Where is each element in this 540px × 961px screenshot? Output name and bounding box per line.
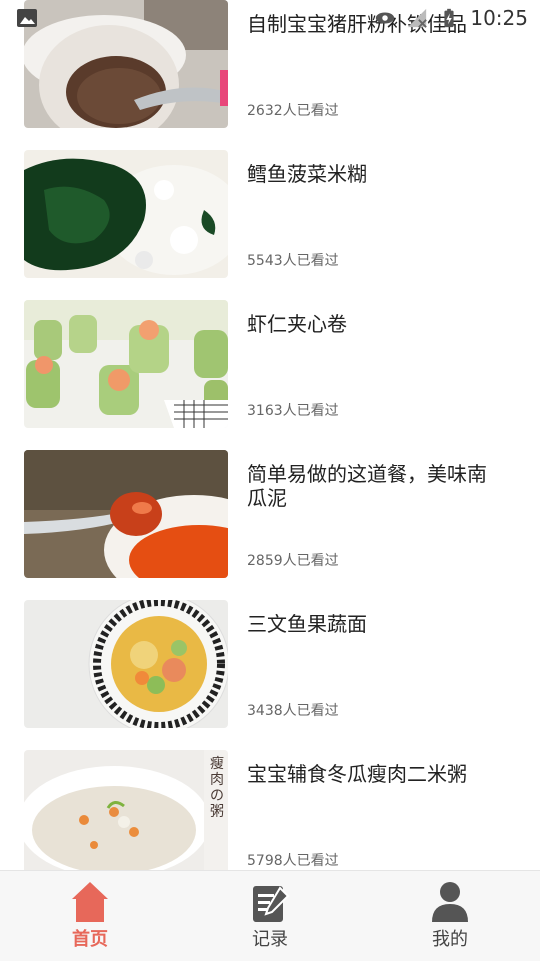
- recipe-title: 简单易做的这道餐，美味南瓜泥: [247, 462, 487, 510]
- home-icon: [70, 880, 110, 924]
- status-bar: 10:25: [0, 0, 540, 36]
- recipe-thumbnail[interactable]: [24, 600, 228, 728]
- bottom-tab-bar: 首页 记录 我的: [0, 870, 540, 961]
- recipe-thumbnail[interactable]: [24, 150, 228, 278]
- person-icon: [430, 880, 470, 924]
- view-count: 5543人已看过: [247, 253, 339, 269]
- recipe-thumbnail[interactable]: 瘦肉の粥: [24, 750, 228, 870]
- tab-home[interactable]: 首页: [0, 871, 180, 961]
- recipe-title: 三文鱼果蔬面: [247, 612, 367, 636]
- list-item[interactable]: 鳕鱼菠菜米糊 5543人已看过: [0, 150, 540, 300]
- recipe-title: 宝宝辅食冬瓜瘦肉二米粥: [247, 762, 467, 786]
- view-count: 3163人已看过: [247, 403, 339, 419]
- list-item[interactable]: 简单易做的这道餐，美味南瓜泥 2859人已看过: [0, 450, 540, 600]
- eye-off-icon: [374, 7, 396, 29]
- image-icon: [16, 8, 38, 28]
- note-edit-icon: [250, 880, 290, 924]
- view-count: 2859人已看过: [247, 553, 339, 569]
- list-item[interactable]: 三文鱼果蔬面 3438人已看过: [0, 600, 540, 750]
- tab-label: 首页: [72, 929, 108, 950]
- view-count: 5798人已看过: [247, 853, 339, 869]
- thumbnail-image-text: 瘦肉の粥: [210, 756, 224, 820]
- recipe-list[interactable]: 自制宝宝猪肝粉补铁佳品 2632人已看过 鳕鱼菠菜米糊 5543人已看过 虾仁夹…: [0, 0, 540, 870]
- recipe-thumbnail[interactable]: [24, 450, 228, 578]
- battery-charging-icon: [438, 7, 460, 29]
- view-count: 3438人已看过: [247, 703, 339, 719]
- tab-record[interactable]: 记录: [180, 871, 360, 961]
- list-item[interactable]: 虾仁夹心卷 3163人已看过: [0, 300, 540, 450]
- status-time: 10:25: [470, 6, 528, 30]
- tab-label: 我的: [432, 929, 468, 950]
- view-count: 2632人已看过: [247, 103, 339, 119]
- signal-off-icon: [406, 7, 428, 29]
- recipe-title: 鳕鱼菠菜米糊: [247, 162, 367, 186]
- tab-mine[interactable]: 我的: [360, 871, 540, 961]
- recipe-title: 虾仁夹心卷: [247, 312, 347, 336]
- recipe-thumbnail[interactable]: [24, 300, 228, 428]
- tab-label: 记录: [252, 929, 288, 950]
- list-item[interactable]: 瘦肉の粥 宝宝辅食冬瓜瘦肉二米粥 5798人已看过: [0, 750, 540, 870]
